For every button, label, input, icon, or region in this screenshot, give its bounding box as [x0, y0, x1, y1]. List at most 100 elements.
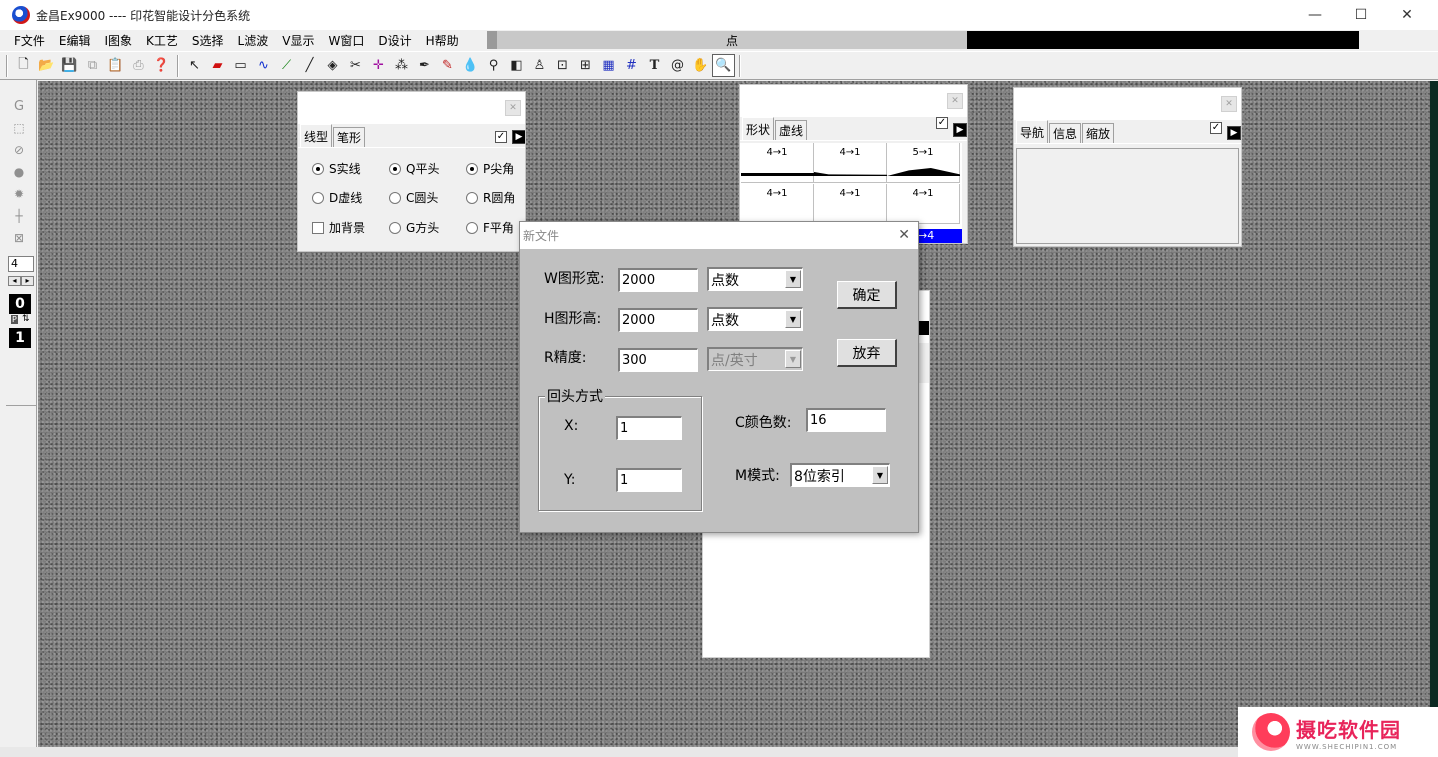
tab-info[interactable]: 信息 — [1049, 123, 1082, 143]
magic-wand-icon[interactable]: ⚲ — [482, 54, 505, 77]
tab-pen-shape[interactable]: 笔形 — [333, 127, 366, 147]
dock-check-icon[interactable]: ✓ — [1210, 122, 1222, 134]
close-button[interactable]: ✕ — [1384, 0, 1430, 30]
g-tool-icon[interactable]: G — [9, 96, 29, 116]
pin-icon[interactable]: ▶ — [512, 130, 525, 144]
spin-right-icon[interactable]: ▸ — [21, 276, 34, 286]
zoom-icon[interactable]: 🔍 — [712, 54, 735, 77]
panel-close-icon[interactable]: ✕ — [1221, 96, 1237, 112]
square-head-option[interactable]: G方头 — [389, 219, 439, 236]
background-color-index[interactable]: 1 — [9, 328, 31, 348]
panel-close-icon[interactable]: ✕ — [505, 100, 521, 116]
shape-cell[interactable]: 4→1 — [814, 143, 887, 183]
toolbox-spinner[interactable]: ◂ ▸ — [8, 276, 34, 286]
crosshair-icon[interactable]: ✛ — [367, 54, 390, 77]
navigation-preview[interactable] — [1016, 148, 1239, 244]
text-icon[interactable]: T — [643, 54, 666, 77]
round-corner-option[interactable]: R圆角 — [466, 189, 515, 206]
print-icon[interactable]: ⎙ — [127, 54, 150, 77]
height-input[interactable]: 2000 — [618, 308, 698, 332]
menu-design[interactable]: D设计 — [371, 32, 418, 49]
gradient-icon[interactable]: ◧ — [505, 54, 528, 77]
marquee-icon[interactable]: ⬚ — [9, 118, 29, 138]
tab-navigation[interactable]: 导航 — [1016, 120, 1049, 143]
tab-line-type[interactable]: 线型 — [300, 124, 333, 147]
eraser-icon[interactable]: ▰ — [206, 54, 229, 77]
dock-check-icon[interactable]: ✓ — [936, 117, 948, 129]
shape-cell[interactable]: 4→1 — [887, 184, 960, 224]
dropdown-arrow-icon[interactable]: ▼ — [785, 310, 801, 328]
mode-select[interactable]: 8位索引 ▼ — [790, 463, 890, 487]
menu-help[interactable]: H帮助 — [419, 32, 466, 49]
hash-icon[interactable]: # — [620, 54, 643, 77]
sharp-corner-option[interactable]: P尖角 — [466, 160, 514, 177]
round-head-option[interactable]: C圆头 — [389, 189, 438, 206]
pin-icon[interactable]: ▶ — [1227, 126, 1241, 140]
menu-window[interactable]: W窗口 — [321, 32, 371, 49]
stamp-icon[interactable]: ♙ — [528, 54, 551, 77]
help-icon[interactable]: ❓ — [150, 54, 173, 77]
foreground-color-index[interactable]: 0 — [9, 294, 31, 314]
t-tool-icon[interactable]: ┼ — [9, 206, 29, 226]
grid-icon[interactable]: ▦ — [597, 54, 620, 77]
swap-icon[interactable]: ⇅ — [22, 314, 30, 324]
minimize-button[interactable]: — — [1292, 0, 1338, 30]
width-input[interactable]: 2000 — [618, 268, 698, 292]
cancel-button[interactable]: 放弃 — [837, 339, 897, 367]
hand-icon[interactable]: ✋ — [689, 54, 712, 77]
radio-icon[interactable] — [466, 162, 478, 175]
paste-icon[interactable]: 📋 — [104, 54, 127, 77]
colors-input[interactable]: 16 — [806, 408, 886, 432]
menu-image[interactable]: I图象 — [98, 32, 140, 49]
frame-icon[interactable]: ⊡ — [551, 54, 574, 77]
radio-icon[interactable] — [389, 221, 401, 234]
spray-icon[interactable]: ⁂ — [390, 54, 413, 77]
shape-cell[interactable]: 4→1 — [814, 184, 887, 224]
menu-craft[interactable]: K工艺 — [139, 32, 185, 49]
blob-icon[interactable]: ● — [9, 162, 29, 182]
shape-cell[interactable]: 4→1 — [741, 184, 814, 224]
pin-icon[interactable]: ▶ — [953, 123, 967, 137]
dashed-option[interactable]: D虚线 — [312, 189, 362, 206]
height-unit-select[interactable]: 点数 ▼ — [707, 307, 803, 331]
flat-corner-option[interactable]: F平角 — [466, 219, 514, 236]
resolution-input[interactable]: 300 — [618, 348, 698, 372]
menu-select[interactable]: S选择 — [185, 32, 231, 49]
open-icon[interactable]: 📂 — [35, 54, 58, 77]
frame2-icon[interactable]: ⊞ — [574, 54, 597, 77]
radio-icon[interactable] — [389, 162, 401, 175]
fill-icon[interactable]: ◈ — [321, 54, 344, 77]
shape-cell[interactable]: 4→1 — [741, 143, 814, 183]
brush-icon[interactable]: ∿ — [252, 54, 275, 77]
dialog-close-icon[interactable]: ✕ — [898, 227, 910, 243]
menu-file[interactable]: F文件 — [8, 32, 52, 49]
sparkle-icon[interactable]: ✹ — [9, 184, 29, 204]
maximize-button[interactable]: ☐ — [1338, 0, 1384, 30]
flat-head-option[interactable]: Q平头 — [389, 160, 439, 177]
crop-icon[interactable]: ⊠ — [9, 228, 29, 248]
arrow-select-icon[interactable]: ↖ — [183, 54, 206, 77]
curve-icon[interactable]: ⟋ — [275, 54, 298, 77]
checkbox-icon[interactable] — [312, 221, 324, 234]
rectangle-icon[interactable]: ▭ — [229, 54, 252, 77]
new-file-icon[interactable]: 🗋 — [12, 54, 35, 77]
copy-icon[interactable]: ⧉ — [81, 54, 104, 77]
pencil-icon[interactable]: ✎ — [436, 54, 459, 77]
menu-view[interactable]: V显示 — [275, 32, 321, 49]
selected-shape-cell[interactable]: →4 — [916, 229, 962, 243]
drop-icon[interactable]: 💧 — [459, 54, 482, 77]
dropdown-arrow-icon[interactable]: ▼ — [785, 270, 801, 288]
ok-button[interactable]: 确定 — [837, 281, 897, 309]
toolbox-value[interactable]: 4 — [8, 256, 34, 272]
shape-cell[interactable]: 5→1 — [887, 143, 960, 183]
background-option[interactable]: 加背景 — [312, 219, 365, 236]
radio-icon[interactable] — [466, 221, 478, 234]
y-input[interactable]: 1 — [616, 468, 682, 492]
tab-shape[interactable]: 形状 — [742, 117, 775, 140]
line-icon[interactable]: ╱ — [298, 54, 321, 77]
save-icon[interactable]: 💾 — [58, 54, 81, 77]
spiral-icon[interactable]: @ — [666, 54, 689, 77]
width-unit-select[interactable]: 点数 ▼ — [707, 267, 803, 291]
tab-dash[interactable]: 虚线 — [775, 120, 808, 140]
radio-icon[interactable] — [312, 191, 324, 204]
